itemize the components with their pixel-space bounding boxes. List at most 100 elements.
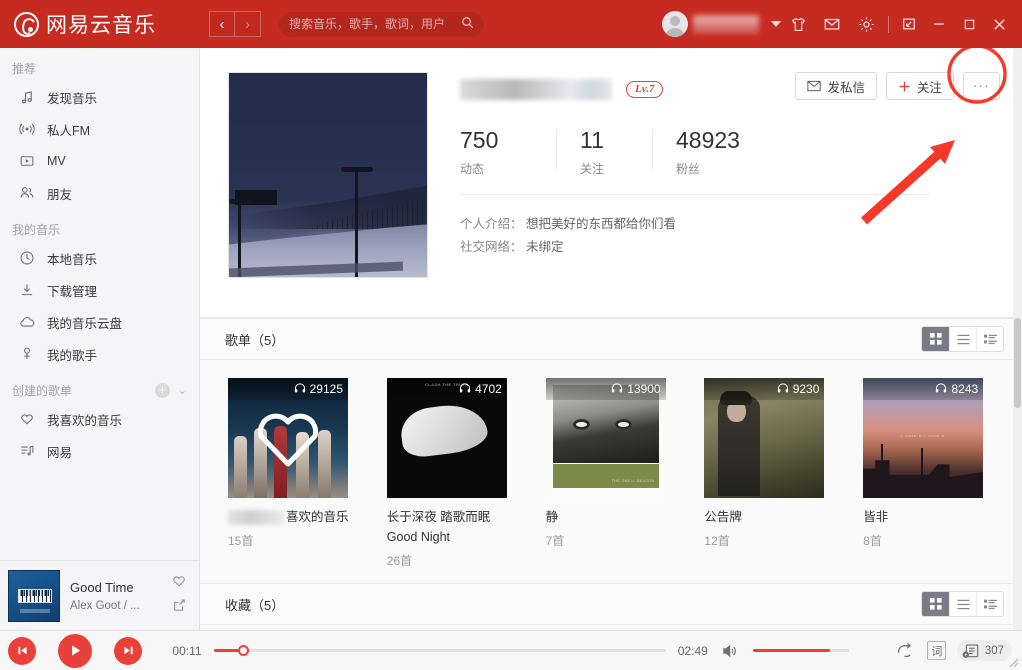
stat-following[interactable]: 11 关注 — [556, 126, 652, 177]
collections-section-header: 收藏（5） — [200, 583, 1022, 625]
close-button[interactable] — [984, 0, 1014, 48]
cover-caption-bar — [20, 608, 50, 613]
view-toggle-group — [921, 591, 1004, 617]
now-playing-panel: Good Time Alex Goot / ... — [0, 560, 200, 630]
main-scrollbar-track[interactable] — [1013, 48, 1022, 630]
resize-grip[interactable] — [1009, 658, 1019, 668]
list-view-button[interactable] — [949, 327, 976, 351]
minimize-button[interactable] — [924, 0, 954, 48]
queue-count: 307 — [984, 644, 1004, 657]
send-message-button[interactable]: 发私信 — [795, 72, 877, 100]
sidebar-item-discover[interactable]: 发现音乐 — [0, 81, 199, 113]
mail-icon[interactable] — [815, 0, 849, 48]
list-view-button[interactable] — [949, 592, 976, 616]
sidebar-item-mv[interactable]: MV — [0, 145, 199, 177]
now-playing-cover[interactable] — [8, 569, 60, 622]
back-button[interactable]: ‹ — [209, 11, 235, 37]
playlist-cover[interactable]: THE SMELL SEASON 13900 — [545, 378, 666, 498]
gear-icon[interactable] — [849, 0, 883, 48]
headphone-icon — [294, 382, 306, 396]
sidebar-item-private-fm[interactable]: 私人FM — [0, 113, 199, 145]
search-input[interactable] — [289, 17, 461, 31]
user-menu[interactable] — [662, 11, 781, 37]
playlists-section-header: 歌单（5） — [200, 318, 1022, 360]
album-band: THE SMELL SEASON — [552, 464, 659, 488]
playlist-card[interactable]: 29125 喜欢的音乐 15首 — [228, 378, 362, 569]
progress-handle[interactable] — [238, 645, 250, 656]
playlist-cover[interactable]: CLASH THE TRUTH 4702 — [386, 378, 507, 498]
sidebar-group-label: 推荐 — [12, 62, 37, 76]
lyrics-button[interactable]: 词 — [921, 631, 953, 670]
sidebar-item-label: 朋友 — [47, 187, 73, 202]
stat-dynamics[interactable]: 750 动态 — [460, 126, 556, 177]
play-count-value: 13900 — [627, 382, 661, 396]
sidebar-item-my-artists[interactable]: 我的歌手 — [0, 338, 199, 370]
main-content: Lv.7 750 动态 11 关注 48923 粉丝 个人介绍： 想把美好的东西… — [200, 48, 1022, 630]
maximize-button[interactable] — [954, 0, 984, 48]
track-title: Good Time — [70, 579, 134, 595]
grid-view-button[interactable] — [922, 327, 949, 351]
sidebar-item-label: 下载管理 — [47, 284, 98, 299]
lamp-head — [229, 199, 253, 204]
follow-button[interactable]: 关注 — [885, 72, 954, 100]
play-button[interactable] — [58, 633, 92, 668]
singer-icon — [16, 344, 38, 364]
sidebar-item-favorite-music[interactable]: 我喜欢的音乐 — [0, 403, 199, 435]
sidebar-item-downloads[interactable]: 下载管理 — [0, 274, 199, 306]
playlist-title-text: 喜欢的音乐 — [286, 510, 349, 524]
next-track-button[interactable] — [114, 636, 142, 665]
sidebar-item-netease-playlist[interactable]: 网易 — [0, 435, 199, 467]
volume-icon[interactable] — [714, 631, 746, 670]
sidebar-item-cloud-disk[interactable]: 我的音乐云盘 — [0, 306, 199, 338]
playlist-card[interactable]: CLASH THE TRUTH 4702 长于深夜 踏歌而眠 Good Nigh… — [386, 378, 521, 569]
playlist-card[interactable]: 9230 公告牌 12首 — [704, 378, 838, 569]
progress-slider[interactable] — [214, 641, 666, 661]
sidebar-item-label: 我的歌手 — [47, 348, 98, 363]
stat-followers[interactable]: 48923 粉丝 — [652, 126, 748, 177]
playlist-cover[interactable]: i hate u i love u 8243 — [863, 378, 984, 498]
stat-label: 关注 — [580, 162, 605, 176]
share-icon[interactable] — [171, 597, 187, 618]
playlist-cover[interactable]: 29125 — [228, 378, 348, 498]
bio-value: 未绑定 — [526, 240, 564, 254]
play-count: 8243 — [863, 378, 984, 400]
playlist-cover[interactable]: 9230 — [704, 378, 825, 498]
repeat-icon[interactable] — [889, 631, 921, 670]
create-playlist-button[interactable]: + — [154, 383, 170, 398]
playlist-title: 喜欢的音乐 — [228, 508, 362, 526]
title-bar-right — [662, 0, 1022, 48]
grid-view-button[interactable] — [922, 592, 949, 616]
chevron-down-icon[interactable] — [771, 21, 781, 27]
heart-icon[interactable] — [171, 573, 187, 594]
previous-track-button[interactable] — [8, 636, 36, 665]
mini-mode-button[interactable] — [894, 0, 924, 48]
detail-view-button[interactable] — [976, 592, 1003, 616]
playlist-card[interactable]: i hate u i love u 8243 皆非 8首 — [863, 378, 997, 569]
detail-view-button[interactable] — [976, 327, 1003, 351]
level-badge: Lv.7 — [626, 80, 664, 98]
profile-photo[interactable] — [228, 72, 428, 278]
headphone-icon — [777, 382, 789, 396]
track-artist: Alex Goot / ... — [70, 599, 140, 612]
playlist-card[interactable]: THE SMELL SEASON 13900 静 7首 — [545, 378, 680, 569]
section-title: 歌单（5） — [225, 332, 285, 348]
video-icon — [16, 151, 38, 171]
volume-slider[interactable] — [752, 644, 849, 658]
chevron-down-icon[interactable]: ⌄ — [178, 384, 187, 397]
playlist-grid: 29125 喜欢的音乐 15首 CLASH THE TRUTH — [200, 360, 1022, 569]
sidebar-group-recommend: 推荐 — [0, 48, 199, 81]
sidebar-item-friends[interactable]: 朋友 — [0, 177, 199, 209]
liked-heart-icon — [253, 407, 323, 469]
sidebar-item-local-music[interactable]: 本地音乐 — [0, 242, 199, 274]
more-actions-button[interactable]: ··· — [963, 72, 1000, 100]
search-box[interactable] — [279, 11, 484, 37]
piano-keys-art — [18, 588, 52, 603]
app-logo[interactable]: 网易云音乐 — [14, 9, 194, 39]
play-count-value: 29125 — [309, 382, 343, 396]
broadcast-icon — [16, 119, 38, 139]
playlist-queue-button[interactable]: 307 — [956, 640, 1012, 661]
forward-button[interactable]: › — [235, 11, 261, 37]
tshirt-icon[interactable] — [781, 0, 815, 48]
playlist-track-count: 8首 — [863, 534, 882, 548]
main-scrollbar-thumb[interactable] — [1014, 318, 1021, 408]
